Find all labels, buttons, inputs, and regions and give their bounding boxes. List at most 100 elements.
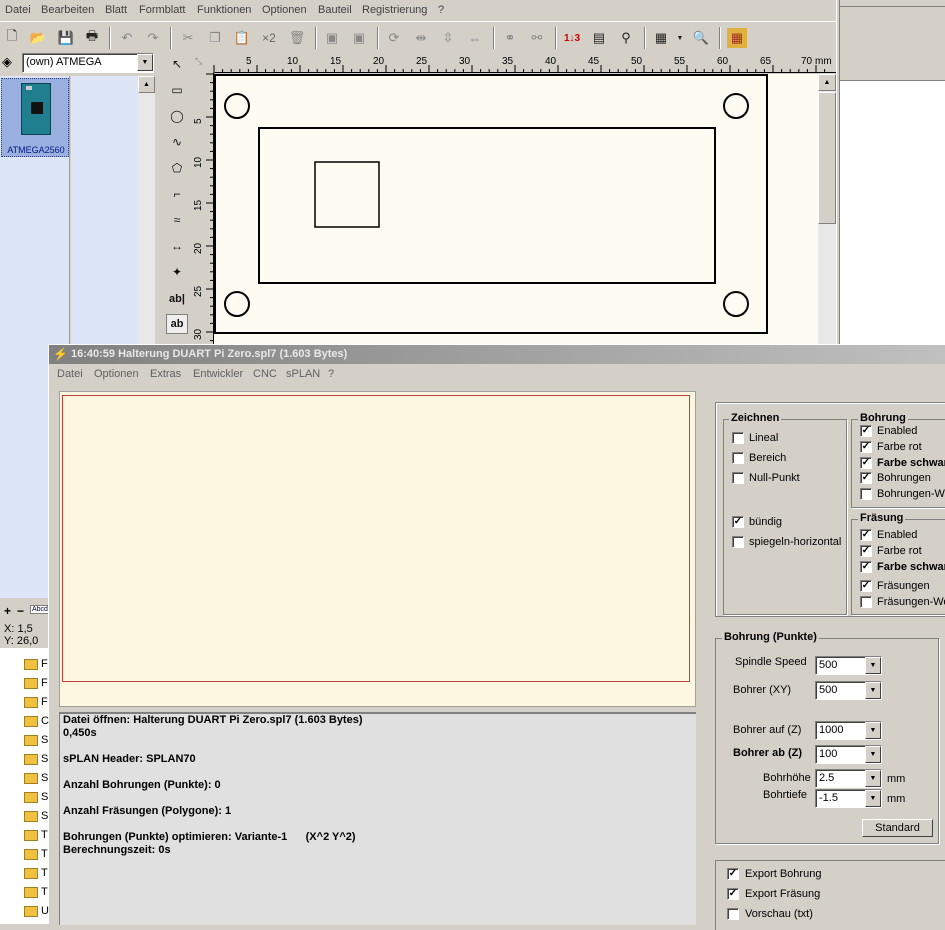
folder-icon[interactable] bbox=[24, 735, 38, 746]
folder-icon[interactable] bbox=[24, 811, 38, 822]
folder-label[interactable]: T bbox=[41, 867, 48, 879]
polyline-icon[interactable]: ⌐ bbox=[166, 184, 188, 204]
scroll-up-arrow[interactable]: ▲ bbox=[818, 74, 836, 91]
mirror-h-icon[interactable]: ⇹ bbox=[411, 28, 431, 48]
dmenu-help[interactable]: ? bbox=[328, 368, 334, 380]
redo-icon[interactable]: ↷ bbox=[143, 28, 163, 48]
folder-label[interactable]: S bbox=[41, 772, 48, 784]
layer-select[interactable]: (own) ATMEGA ▼ bbox=[22, 53, 154, 73]
freehand-icon[interactable]: ∿ bbox=[166, 132, 188, 152]
folder-label[interactable]: T bbox=[41, 886, 48, 898]
bohrungen-checkbox[interactable]: ✓ bbox=[860, 472, 872, 484]
chevron-down-icon[interactable]: ▼ bbox=[137, 54, 153, 71]
mirror-v-icon[interactable]: ⇳ bbox=[438, 28, 458, 48]
text-tool[interactable]: ab| bbox=[166, 289, 188, 309]
folder-label[interactable]: T bbox=[41, 848, 48, 860]
standard-button[interactable]: Standard bbox=[862, 819, 933, 837]
folder-label[interactable]: S bbox=[41, 734, 48, 746]
menu-formblatt[interactable]: Formblatt bbox=[139, 4, 185, 16]
chevron-down-icon[interactable]: ▼ bbox=[865, 682, 881, 699]
chevron-down-icon[interactable]: ▼ bbox=[865, 770, 881, 787]
copy-icon[interactable]: ❐ bbox=[205, 28, 225, 48]
chevron-down-icon[interactable]: ▼ bbox=[865, 790, 881, 807]
bring-front-icon[interactable]: ▣ bbox=[322, 28, 342, 48]
folder-icon[interactable] bbox=[24, 887, 38, 898]
dmenu-entwickler[interactable]: Entwickler bbox=[193, 368, 243, 380]
bohrungen-werte-checkbox[interactable] bbox=[860, 488, 872, 500]
fraesung-rot-checkbox[interactable]: ✓ bbox=[860, 545, 872, 557]
fraesungen-checkbox[interactable]: ✓ bbox=[860, 580, 872, 592]
dmenu-datei[interactable]: Datei bbox=[57, 368, 83, 380]
list-icon[interactable]: ▤ bbox=[589, 28, 609, 48]
bohrer-xy-select[interactable]: 500 ▼ bbox=[815, 681, 882, 700]
folder-label[interactable]: T bbox=[41, 829, 48, 841]
text-frame-tool[interactable]: ab bbox=[166, 314, 188, 334]
fraesungen-werte-checkbox[interactable] bbox=[860, 596, 872, 608]
menu-funktionen[interactable]: Funktionen bbox=[197, 4, 251, 16]
buendig-checkbox[interactable]: ✓ bbox=[732, 516, 744, 528]
ungroup-icon[interactable]: ⚯ bbox=[527, 28, 547, 48]
lineal-checkbox[interactable] bbox=[732, 432, 744, 444]
zoom-icon[interactable]: 🔍 bbox=[691, 28, 711, 48]
folder-label[interactable]: S bbox=[41, 791, 48, 803]
bereich-checkbox[interactable] bbox=[732, 452, 744, 464]
bezier-icon[interactable]: ≈ bbox=[166, 210, 188, 230]
zoom-plus[interactable]: + bbox=[4, 604, 11, 618]
folder-icon[interactable] bbox=[24, 659, 38, 670]
bohrung-rot-checkbox[interactable]: ✓ bbox=[860, 441, 872, 453]
folder-icon[interactable] bbox=[24, 849, 38, 860]
folder-icon[interactable] bbox=[24, 754, 38, 765]
folder-icon[interactable] bbox=[24, 830, 38, 841]
menu-registrierung[interactable]: Registrierung bbox=[362, 4, 427, 16]
canvas-vscrollbar[interactable]: ▲ bbox=[818, 74, 836, 345]
open-folder-icon[interactable]: 📂 bbox=[28, 28, 48, 48]
undo-icon[interactable]: ↶ bbox=[117, 28, 137, 48]
dmenu-cnc[interactable]: CNC bbox=[253, 368, 277, 380]
folder-label[interactable]: C bbox=[41, 715, 49, 727]
node-icon[interactable]: ✦ bbox=[166, 262, 188, 282]
folder-label[interactable]: S bbox=[41, 753, 48, 765]
duplicate-icon[interactable]: ×2 bbox=[259, 28, 279, 48]
folder-label[interactable]: F bbox=[41, 677, 48, 689]
ellipse-icon[interactable]: ◯ bbox=[166, 106, 188, 126]
chevron-down-icon[interactable]: ▼ bbox=[865, 746, 881, 763]
folder-icon[interactable] bbox=[24, 868, 38, 879]
spindle-select[interactable]: 500 ▼ bbox=[815, 656, 882, 675]
drawing-canvas[interactable] bbox=[214, 74, 818, 345]
bohrer-ab-select[interactable]: 100 ▼ bbox=[815, 745, 882, 764]
align-icon[interactable]: ⇔ bbox=[465, 28, 485, 48]
menu-optionen[interactable]: Optionen bbox=[262, 4, 307, 16]
bohrtiefe-select[interactable]: -1.5 ▼ bbox=[815, 789, 882, 808]
polygon-icon[interactable]: ⬠ bbox=[166, 158, 188, 178]
vorschau-checkbox[interactable] bbox=[727, 908, 739, 920]
spiegeln-checkbox[interactable] bbox=[732, 536, 744, 548]
rotate-icon[interactable]: ⟳ bbox=[384, 28, 404, 48]
delete-icon[interactable]: 🗑 bbox=[287, 28, 307, 48]
folder-icon[interactable] bbox=[24, 716, 38, 727]
menu-help[interactable]: ? bbox=[438, 4, 444, 16]
folder-icon[interactable] bbox=[24, 792, 38, 803]
component-atmega2560[interactable]: ATMEGA2560 bbox=[1, 78, 69, 157]
grid-icon[interactable]: ▦ bbox=[651, 28, 671, 48]
dmenu-extras[interactable]: Extras bbox=[150, 368, 181, 380]
folder-label[interactable]: U bbox=[41, 905, 49, 917]
menu-blatt[interactable]: Blatt bbox=[105, 4, 127, 16]
layers-icon[interactable]: ◈ bbox=[2, 54, 20, 72]
cut-icon[interactable]: ✂ bbox=[178, 28, 198, 48]
menu-bauteil[interactable]: Bauteil bbox=[318, 4, 352, 16]
new-file-icon[interactable]: 🗋 bbox=[2, 28, 22, 48]
bohrhoehe-select[interactable]: 2.5 ▼ bbox=[815, 769, 882, 788]
rectangle-icon[interactable]: ▭ bbox=[166, 80, 188, 100]
menu-datei[interactable]: Datei bbox=[5, 4, 31, 16]
dimension-icon[interactable]: ↔ bbox=[166, 236, 188, 256]
folder-label[interactable]: F bbox=[41, 696, 48, 708]
dmenu-splan[interactable]: sPLAN bbox=[286, 368, 320, 380]
folder-label[interactable]: S bbox=[41, 810, 48, 822]
send-back-icon[interactable]: ▣ bbox=[349, 28, 369, 48]
binoculars-icon[interactable]: ⚲ bbox=[616, 28, 636, 48]
print-icon[interactable]: 🖶 bbox=[82, 28, 102, 48]
fraesung-enabled-checkbox[interactable]: ✓ bbox=[860, 529, 872, 541]
folder-icon[interactable] bbox=[24, 773, 38, 784]
chevron-down-icon[interactable]: ▼ bbox=[865, 657, 881, 674]
group-icon[interactable]: ⚭ bbox=[500, 28, 520, 48]
